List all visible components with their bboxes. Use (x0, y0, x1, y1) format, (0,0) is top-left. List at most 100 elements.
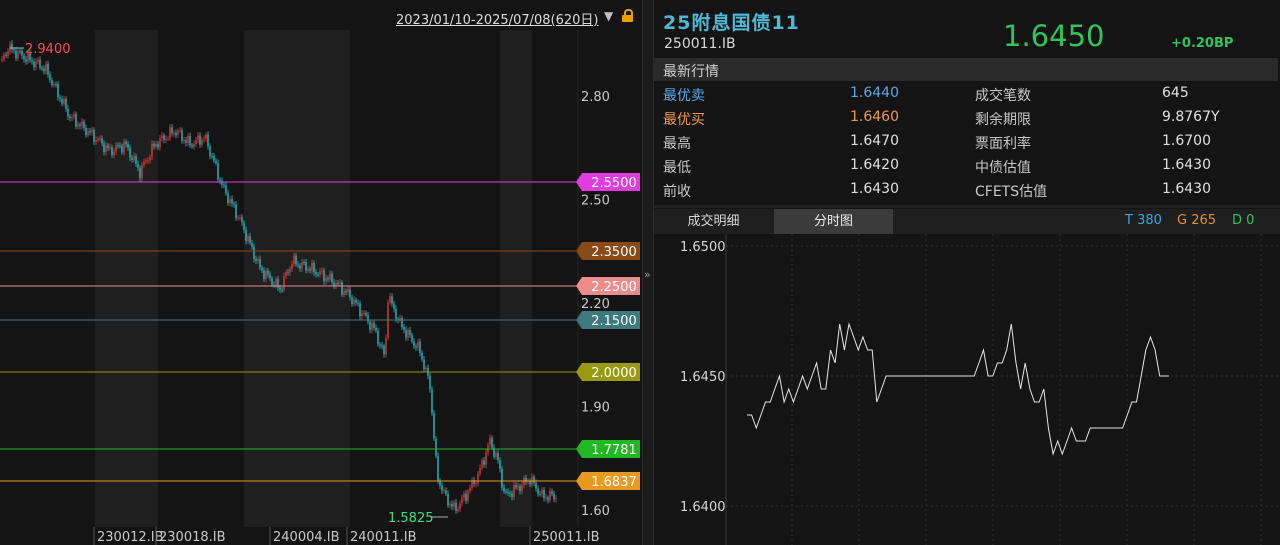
candle-body (39, 59, 41, 68)
candle-body (291, 264, 293, 269)
candle-body (253, 246, 255, 259)
candle-body (207, 134, 209, 147)
level-tag-label: 2.0000 (591, 366, 637, 381)
candle-body (209, 146, 211, 156)
candle-body (441, 485, 443, 491)
candle-body (35, 61, 37, 68)
candle-body (259, 259, 261, 268)
candle-body (513, 485, 515, 498)
candle-body (327, 278, 329, 280)
candle-body (199, 135, 201, 145)
candle-body (481, 460, 483, 468)
candle-body (103, 143, 105, 153)
candle-body (469, 487, 471, 492)
candle-body (25, 59, 27, 62)
candle-body (49, 74, 51, 81)
candle-body (491, 437, 493, 448)
cfets-valuation-label: CFETS估值 (975, 184, 1048, 200)
candle-body (241, 217, 243, 223)
candle-body (177, 130, 179, 135)
candle-body (129, 147, 131, 158)
candle-body (149, 156, 151, 161)
candle-body (411, 335, 413, 342)
y-tick-label: 2.20 (581, 297, 610, 312)
candle-body (529, 481, 531, 485)
candle-body (467, 491, 469, 501)
candle-body (171, 127, 173, 134)
range-dropdown-icon[interactable]: ▼ (604, 9, 613, 23)
candle-body (57, 84, 59, 98)
collapse-panel-icon[interactable]: » (644, 268, 651, 281)
candle-body (143, 161, 145, 165)
candle-body (105, 145, 107, 153)
level-tag-label: 2.3500 (591, 245, 637, 260)
candle-body (419, 341, 421, 354)
candle-body (501, 468, 503, 488)
candle-body (431, 389, 433, 414)
y-tick-label: 1.60 (581, 504, 610, 519)
candle-body (393, 303, 395, 310)
candle-body (85, 127, 87, 136)
tab-trade-detail[interactable]: 成交明细 (654, 209, 773, 234)
contract-band (244, 30, 350, 527)
candle-body (347, 289, 349, 292)
candle-body (459, 503, 461, 510)
candle-body (33, 61, 35, 68)
kline-chart[interactable]: 2.5500 2.3500 2.2500 2.1500 2.0000 1.7781 1.68… (0, 0, 642, 545)
counter-t: T 380 (1125, 213, 1162, 228)
kline-chart-canvas[interactable]: 2.5500 2.3500 2.2500 2.1500 2.0000 1.7781 1.68… (0, 0, 642, 545)
y-tick-label: 2.80 (581, 90, 610, 105)
best-bid-label: 最优买 (663, 112, 705, 128)
contract-band (500, 30, 532, 527)
candle-body (257, 259, 259, 261)
candle-body (489, 437, 491, 445)
candle-body (357, 302, 359, 304)
candle-body (17, 50, 19, 59)
candle-body (375, 327, 377, 331)
high-value: 1.6470 (850, 133, 899, 149)
candle-body (63, 98, 65, 104)
candle-body (555, 498, 557, 500)
candle-body (91, 129, 93, 133)
candle-body (313, 262, 315, 273)
y-tick-label: 1.6500 (680, 240, 726, 255)
candle-body (395, 309, 397, 319)
candle-body (113, 151, 115, 156)
quote-row: 最优卖 1.6440 成交笔数 645 (654, 82, 1280, 106)
x-tick-label: 240011.IB (350, 530, 417, 545)
candle-body (329, 273, 331, 280)
candle-body (279, 287, 281, 290)
candle-body (545, 497, 547, 499)
candle-body (361, 313, 363, 317)
counter-g: G 265 (1177, 213, 1217, 228)
candle-body (519, 486, 521, 491)
candle-body (485, 452, 487, 465)
candle-body (211, 155, 213, 157)
candle-body (553, 493, 555, 500)
candle-body (369, 321, 371, 330)
low-value: 1.6420 (850, 157, 899, 173)
candle-body (371, 322, 373, 330)
candle-body (201, 139, 203, 145)
low-label: 最低 (663, 160, 691, 176)
candle-body (435, 438, 437, 456)
candle-body (333, 282, 335, 286)
candle-body (109, 147, 111, 149)
candle-body (537, 488, 539, 495)
intraday-price-line (747, 322, 1169, 456)
candle-body (181, 130, 183, 141)
candle-body (69, 116, 71, 118)
candle-body (349, 289, 351, 298)
candle-body (101, 138, 103, 144)
lock-icon[interactable] (622, 9, 633, 22)
candle-body (107, 145, 109, 149)
tab-intraday-chart[interactable]: 分时图 (774, 209, 893, 234)
date-range-text[interactable]: 2023/01/10-2025/07/08(620日) (396, 9, 599, 28)
latest-quote-header: 最新行情 (654, 58, 1278, 81)
candle-body (455, 502, 457, 511)
intraday-chart[interactable]: 1.6500 1.6450 1.6400 (654, 234, 1280, 545)
candle-body (117, 145, 119, 147)
candle-body (355, 299, 357, 303)
candle-body (311, 262, 313, 271)
candle-body (89, 130, 91, 133)
